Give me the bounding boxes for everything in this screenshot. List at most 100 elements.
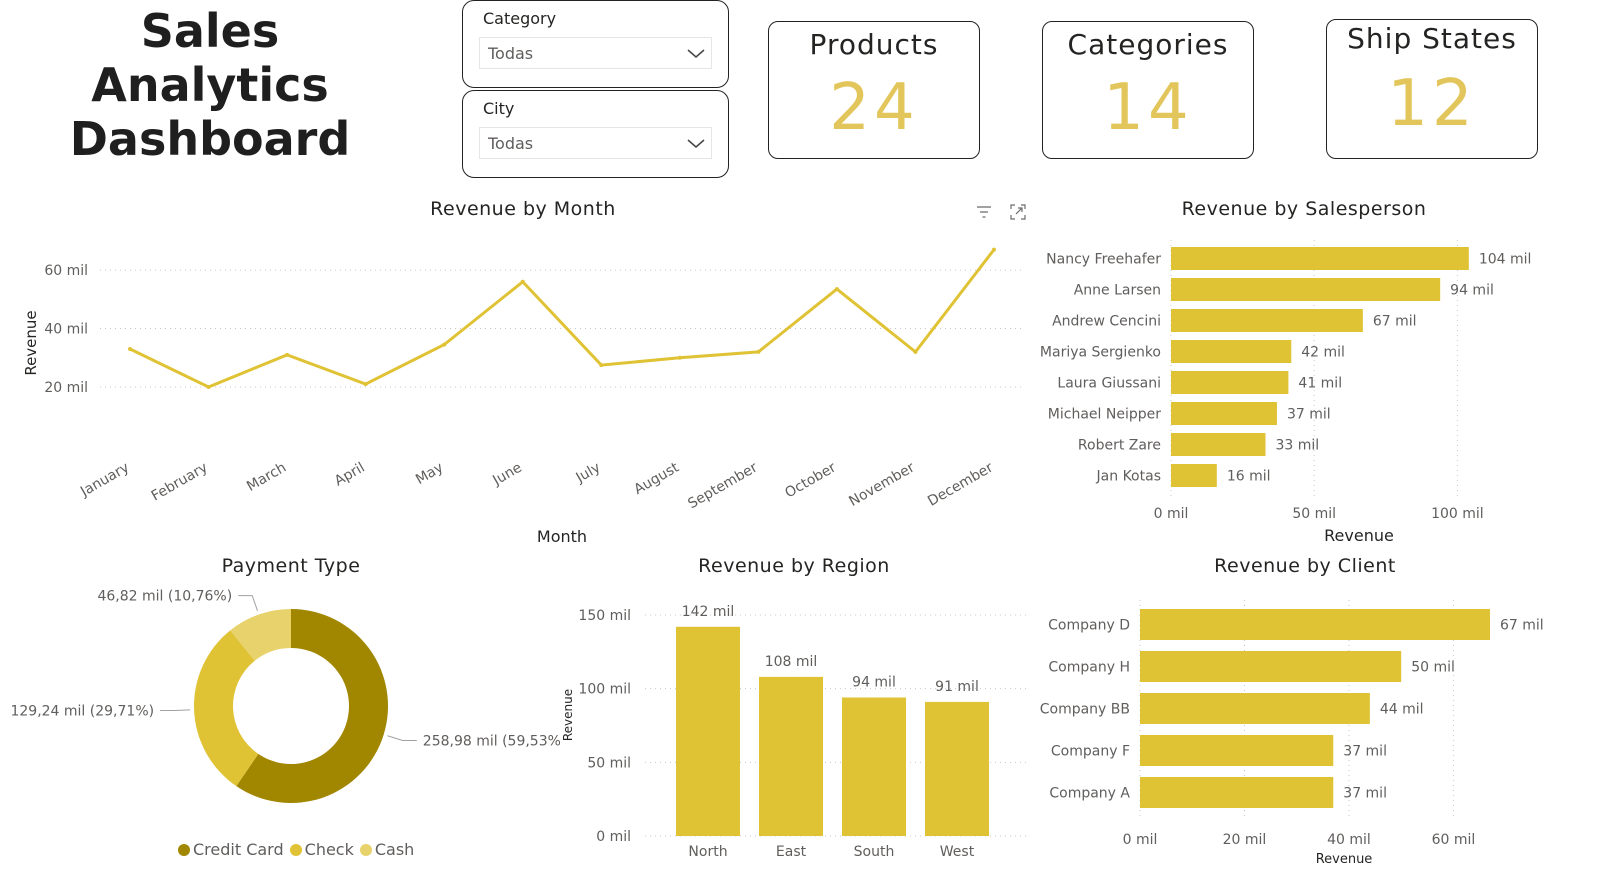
- category-slicer: Category Todas: [462, 0, 729, 88]
- x-tick-label: January: [77, 460, 132, 501]
- bar[interactable]: [1140, 735, 1334, 766]
- data-label: 33 mil: [1276, 438, 1320, 454]
- payment-type-chart[interactable]: 258,98 mil (59,53%) 129,24 mil (29,71%) 46…: [0, 580, 560, 835]
- data-point[interactable]: [756, 349, 761, 354]
- bar[interactable]: [842, 697, 906, 836]
- filter-icon[interactable]: [974, 202, 994, 222]
- x-tick-label: November: [846, 459, 917, 509]
- data-label: 37 mil: [1343, 786, 1387, 802]
- bar[interactable]: [1171, 402, 1277, 425]
- ship-states-card-value: 12: [1387, 67, 1477, 141]
- y-tick-label: 60 mil: [44, 263, 88, 279]
- bar[interactable]: [1140, 609, 1490, 640]
- x-tick-label: South: [854, 844, 895, 860]
- data-point[interactable]: [206, 385, 211, 389]
- data-label: 94 mil: [852, 675, 896, 691]
- category-dropdown[interactable]: Todas: [479, 37, 712, 69]
- category-label: Robert Zare: [1078, 438, 1161, 454]
- chevron-down-icon: [687, 139, 705, 148]
- legend-item[interactable]: Check: [289, 840, 354, 859]
- revenue-by-salesperson-title: Revenue by Salesperson: [1181, 198, 1427, 220]
- category-label: Michael Neipper: [1048, 407, 1161, 423]
- category-label: Andrew Cencini: [1052, 314, 1161, 330]
- payment-type-title: Payment Type: [221, 555, 361, 577]
- leader-line: [160, 709, 191, 712]
- data-point[interactable]: [834, 287, 839, 292]
- category-label: Jan Kotas: [1096, 469, 1161, 485]
- category-label: Mariya Sergienko: [1040, 345, 1161, 361]
- data-label: 37 mil: [1287, 407, 1331, 423]
- products-card-value: 24: [829, 71, 919, 145]
- bar[interactable]: [676, 626, 740, 836]
- bar[interactable]: [1171, 371, 1289, 394]
- x-tick-label: September: [685, 459, 760, 512]
- data-label: 67 mil: [1373, 314, 1417, 330]
- revenue-by-month-title: Revenue by Month: [430, 198, 616, 220]
- data-point[interactable]: [677, 355, 682, 360]
- leader-line: [387, 735, 417, 742]
- x-axis-title: Revenue: [1316, 852, 1373, 867]
- ship-states-card-label: Ship States: [1347, 22, 1517, 55]
- bar[interactable]: [1171, 309, 1363, 332]
- x-tick-label: April: [332, 460, 368, 490]
- data-label: 50 mil: [1411, 660, 1455, 676]
- products-card-label: Products: [809, 28, 939, 61]
- revenue-by-salesperson-chart[interactable]: 0 mil 50 mil 100 mil Nancy Freehafer 104 mil…: [1030, 225, 1597, 555]
- categories-card-value: 14: [1103, 71, 1193, 145]
- revenue-by-month-chart[interactable]: 20 mil 40 mil 60 mil January February March Ap…: [0, 225, 1040, 555]
- bar[interactable]: [1140, 651, 1402, 682]
- bar[interactable]: [1171, 464, 1217, 487]
- x-tick-label: December: [925, 459, 996, 509]
- x-tick-label: August: [631, 459, 682, 498]
- category-dropdown-value: Todas: [488, 44, 534, 63]
- legend-item[interactable]: Credit Card: [178, 840, 284, 859]
- x-tick-label: 0 mil: [1154, 506, 1189, 522]
- x-tick-label: 20 mil: [1223, 832, 1267, 848]
- legend-label: Cash: [374, 840, 415, 859]
- x-tick-label: 60 mil: [1432, 832, 1476, 848]
- data-point[interactable]: [128, 347, 132, 351]
- bar[interactable]: [1171, 247, 1469, 270]
- category-label: Company BB: [1040, 702, 1130, 718]
- y-tick-label: 50 mil: [587, 755, 631, 771]
- category-label: Anne Larsen: [1074, 283, 1161, 299]
- bar[interactable]: [1171, 433, 1266, 456]
- title-line-3: Dashboard: [69, 112, 351, 166]
- leader-line: [238, 595, 258, 611]
- bar[interactable]: [1171, 278, 1441, 301]
- data-label: 44 mil: [1380, 702, 1424, 718]
- data-point[interactable]: [442, 342, 447, 347]
- revenue-by-region-chart[interactable]: 0 mil 50 mil 100 mil 150 mil 142 mil North 108…: [555, 580, 1035, 882]
- legend-swatch: [359, 844, 372, 856]
- bar[interactable]: [1140, 777, 1334, 808]
- y-tick-label: 0 mil: [596, 829, 631, 845]
- legend-item[interactable]: Cash: [359, 840, 415, 859]
- x-tick-label: February: [149, 460, 211, 505]
- city-dropdown[interactable]: Todas: [479, 127, 712, 159]
- data-point[interactable]: [520, 279, 525, 284]
- data-label: 46,82 mil (10,76%): [97, 589, 232, 605]
- data-point[interactable]: [913, 349, 918, 354]
- data-point[interactable]: [599, 363, 604, 368]
- data-point[interactable]: [992, 247, 996, 252]
- revenue-by-client-chart[interactable]: 0 mil 20 mil 40 mil 60 mil Company D 67 mil Co…: [1030, 580, 1597, 882]
- data-label: 104 mil: [1479, 252, 1532, 268]
- data-label: 41 mil: [1298, 376, 1342, 392]
- data-label: 129,24 mil (29,71%): [10, 704, 154, 720]
- focus-mode-icon[interactable]: [1008, 202, 1028, 222]
- revenue-line[interactable]: [129, 248, 996, 389]
- x-tick-label: June: [489, 460, 524, 490]
- data-point[interactable]: [285, 352, 290, 357]
- data-label: 42 mil: [1301, 345, 1345, 361]
- bar[interactable]: [1140, 693, 1370, 724]
- x-axis-title: Month: [537, 527, 587, 546]
- data-point[interactable]: [363, 382, 368, 387]
- x-axis-title: Revenue: [1324, 526, 1394, 545]
- products-card: Products 24: [768, 21, 980, 159]
- categories-card: Categories 14: [1042, 21, 1254, 159]
- chevron-down-icon: [687, 49, 705, 58]
- pie-slice[interactable]: [194, 630, 259, 787]
- bar[interactable]: [925, 701, 989, 836]
- bar[interactable]: [759, 676, 823, 836]
- bar[interactable]: [1171, 340, 1292, 363]
